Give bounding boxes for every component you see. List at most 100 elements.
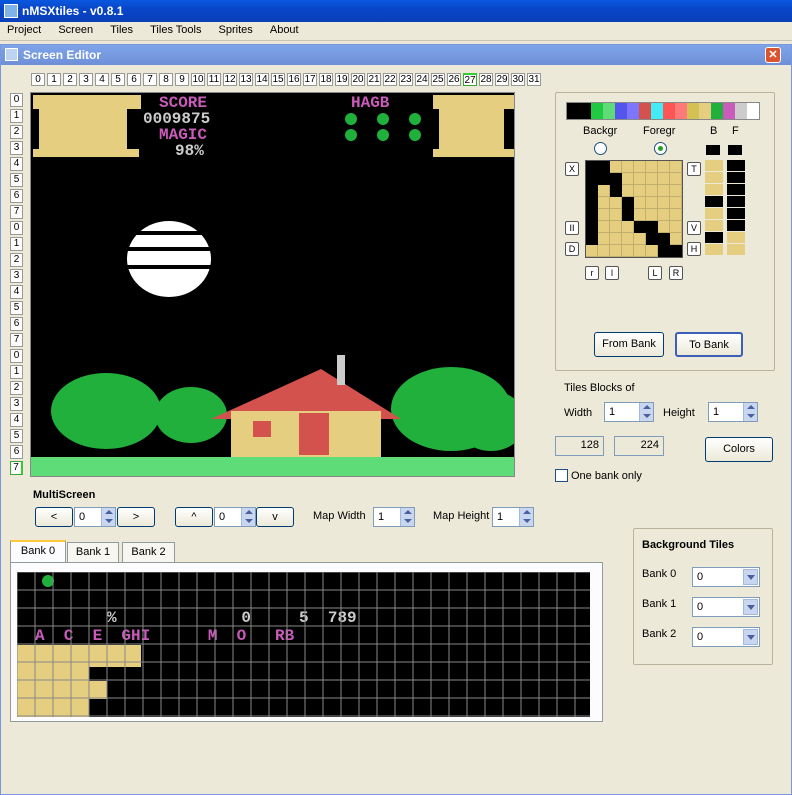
- b-color-cell[interactable]: [705, 184, 723, 195]
- chevron-down-icon[interactable]: [743, 599, 758, 615]
- column-number[interactable]: 3: [79, 73, 93, 86]
- tile-pixel[interactable]: [646, 233, 658, 245]
- f-color-cell[interactable]: [727, 244, 745, 255]
- row-number[interactable]: 5: [10, 301, 23, 315]
- tile-pixel[interactable]: [646, 221, 658, 233]
- tile-pixel[interactable]: [610, 233, 622, 245]
- tile-pixel[interactable]: [622, 173, 634, 185]
- tile-pixel[interactable]: [658, 185, 670, 197]
- h-screen-spinner-arrows[interactable]: [101, 508, 115, 526]
- tile-pixel[interactable]: [610, 209, 622, 221]
- bank2-select[interactable]: 0: [692, 627, 760, 647]
- bank0-select[interactable]: 0: [692, 567, 760, 587]
- menu-screen[interactable]: Screen: [51, 22, 100, 38]
- v-screen-spinner-arrows[interactable]: [241, 508, 255, 526]
- row-number[interactable]: 6: [10, 189, 23, 203]
- f-color-cell[interactable]: [727, 232, 745, 243]
- column-number[interactable]: 4: [95, 73, 109, 86]
- palette-swatch[interactable]: [747, 103, 759, 119]
- tile-pixel[interactable]: [670, 221, 682, 233]
- tile-pixel[interactable]: [586, 221, 598, 233]
- close-button[interactable]: ✕: [765, 47, 781, 63]
- column-number[interactable]: 29: [495, 73, 509, 86]
- palette-swatch[interactable]: [591, 103, 603, 119]
- tile-pixel[interactable]: [622, 209, 634, 221]
- column-number[interactable]: 9: [175, 73, 189, 86]
- tile-pixel[interactable]: [610, 221, 622, 233]
- row-number[interactable]: 4: [10, 157, 23, 171]
- flip-v-button[interactable]: V: [687, 221, 701, 235]
- column-number[interactable]: 20: [351, 73, 365, 86]
- tile-pixel[interactable]: [658, 197, 670, 209]
- row-number[interactable]: 1: [10, 365, 23, 379]
- column-number[interactable]: 30: [511, 73, 525, 86]
- column-number[interactable]: 18: [319, 73, 333, 86]
- tile-pixel[interactable]: [610, 245, 622, 257]
- column-number[interactable]: 5: [111, 73, 125, 86]
- row-number[interactable]: 5: [10, 173, 23, 187]
- tile-pixel[interactable]: [598, 209, 610, 221]
- palette-swatch[interactable]: [735, 103, 747, 119]
- tile-pixel[interactable]: [586, 173, 598, 185]
- f-color-cell[interactable]: [727, 208, 745, 219]
- tile-pixel[interactable]: [670, 209, 682, 221]
- column-number[interactable]: 14: [255, 73, 269, 86]
- column-number[interactable]: 17: [303, 73, 317, 86]
- tile-pixel-grid[interactable]: [585, 160, 683, 258]
- column-number[interactable]: 24: [415, 73, 429, 86]
- palette-swatch[interactable]: [567, 103, 579, 119]
- row-number[interactable]: 4: [10, 413, 23, 427]
- height-spinner[interactable]: 1: [708, 402, 758, 422]
- flip-x-button[interactable]: X: [565, 162, 579, 176]
- column-number[interactable]: 10: [191, 73, 205, 86]
- f-color-cell[interactable]: [727, 220, 745, 231]
- rotate-R-button[interactable]: R: [669, 266, 683, 280]
- column-number[interactable]: 21: [367, 73, 381, 86]
- b-swatch[interactable]: [706, 145, 720, 155]
- tile-pixel[interactable]: [598, 245, 610, 257]
- tile-pixel[interactable]: [658, 209, 670, 221]
- down-screen-button[interactable]: v: [256, 507, 294, 527]
- tile-pixel[interactable]: [634, 221, 646, 233]
- b-color-cell[interactable]: [705, 172, 723, 183]
- column-number[interactable]: 8: [159, 73, 173, 86]
- palette-swatch[interactable]: [639, 103, 651, 119]
- palette-swatch[interactable]: [687, 103, 699, 119]
- up-screen-button[interactable]: ^: [175, 507, 213, 527]
- tile-pixel[interactable]: [622, 197, 634, 209]
- b-color-cell[interactable]: [705, 244, 723, 255]
- tile-pixel[interactable]: [586, 233, 598, 245]
- flip-h-button[interactable]: H: [687, 242, 701, 256]
- column-number[interactable]: 25: [431, 73, 445, 86]
- shift-d-button[interactable]: D: [565, 242, 579, 256]
- row-number[interactable]: 7: [10, 461, 23, 475]
- h-screen-spinner[interactable]: 0: [74, 507, 116, 527]
- tile-pixel[interactable]: [670, 173, 682, 185]
- tile-pixel[interactable]: [598, 233, 610, 245]
- palette-swatch[interactable]: [675, 103, 687, 119]
- tile-pixel[interactable]: [598, 221, 610, 233]
- tile-pixel[interactable]: [610, 185, 622, 197]
- b-color-cell[interactable]: [705, 208, 723, 219]
- b-color-cell[interactable]: [705, 196, 723, 207]
- bank-tile-grid[interactable]: % 0 5 789 A C E GHI M O RB: [17, 572, 590, 717]
- tab-bank-2[interactable]: Bank 2: [122, 542, 175, 562]
- menu-sprites[interactable]: Sprites: [212, 22, 260, 38]
- column-number[interactable]: 23: [399, 73, 413, 86]
- column-number[interactable]: 22: [383, 73, 397, 86]
- column-number[interactable]: 13: [239, 73, 253, 86]
- row-number[interactable]: 6: [10, 445, 23, 459]
- tile-pixel[interactable]: [634, 161, 646, 173]
- row-number[interactable]: 2: [10, 125, 23, 139]
- tile-pixel[interactable]: [634, 173, 646, 185]
- row-number[interactable]: 7: [10, 333, 23, 347]
- tile-pixel[interactable]: [586, 197, 598, 209]
- b-color-cell[interactable]: [705, 232, 723, 243]
- menu-project[interactable]: Project: [0, 22, 48, 38]
- menu-tiles-tools[interactable]: Tiles Tools: [143, 22, 208, 38]
- map-height-spinner[interactable]: 1: [492, 507, 534, 527]
- column-number[interactable]: 2: [63, 73, 77, 86]
- tab-bank-1[interactable]: Bank 1: [67, 542, 119, 562]
- palette-swatch[interactable]: [711, 103, 723, 119]
- f-color-cell[interactable]: [727, 160, 745, 171]
